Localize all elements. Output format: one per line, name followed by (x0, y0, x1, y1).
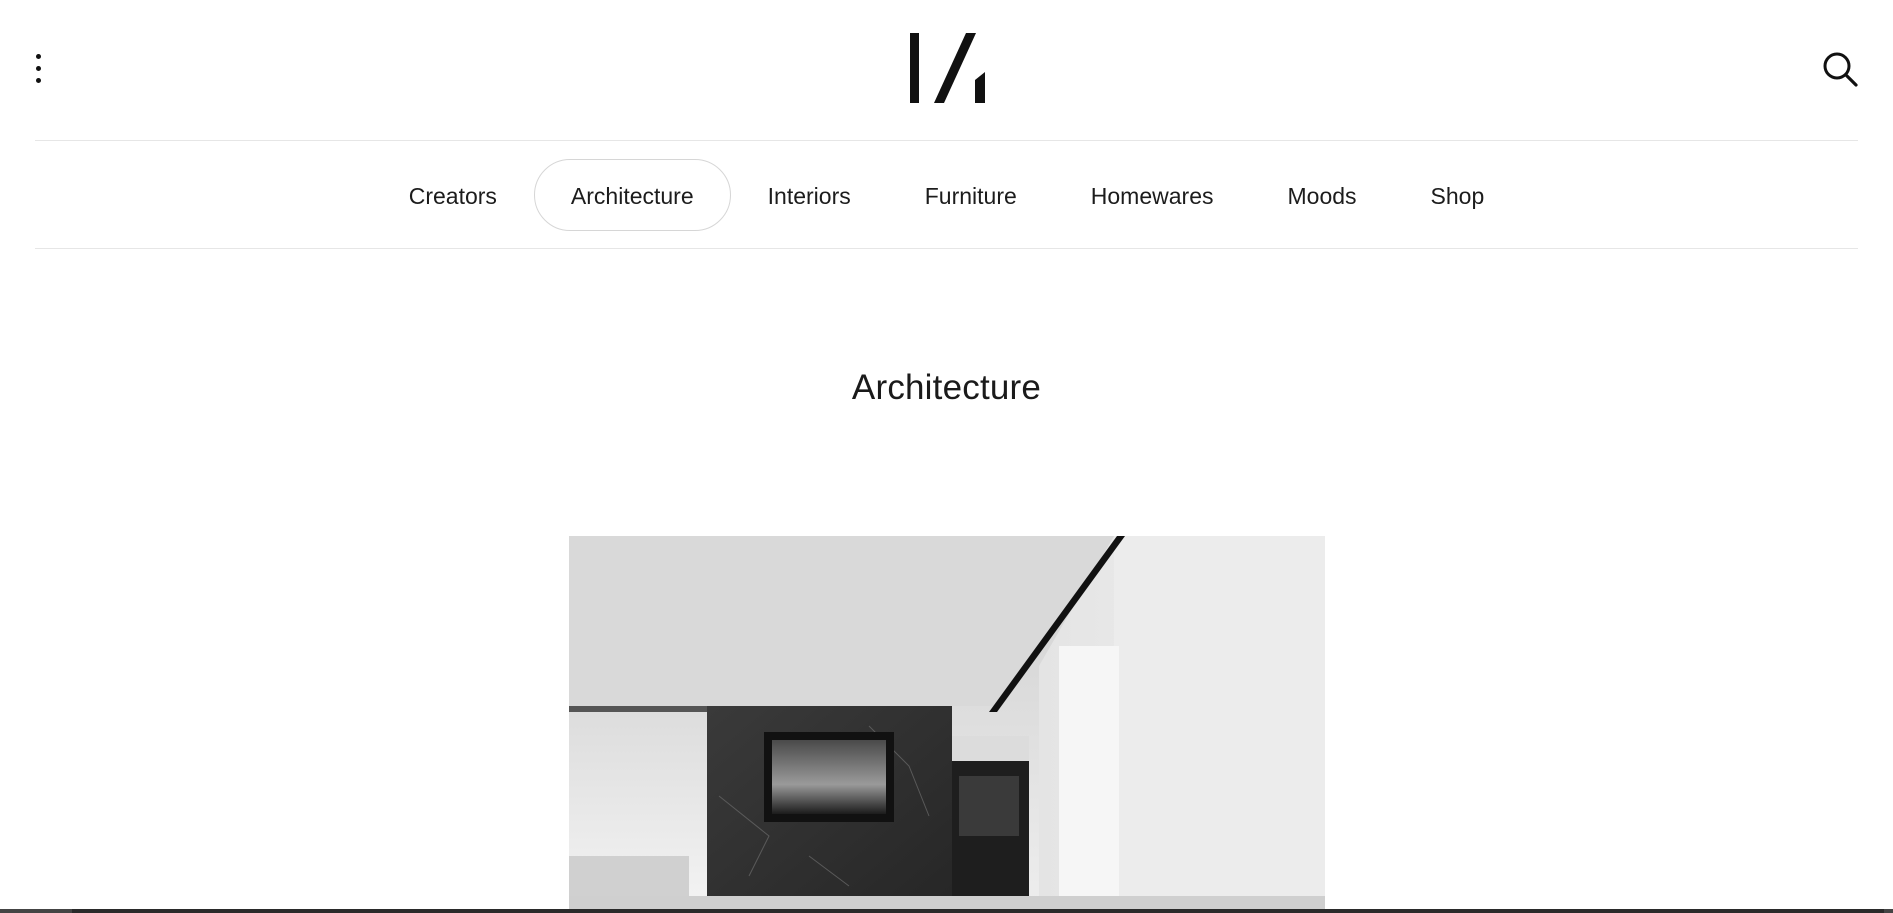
hero-image[interactable] (569, 536, 1325, 913)
site-header (0, 0, 1893, 140)
horizontal-scrollbar[interactable] (0, 909, 1893, 913)
nav-item-homewares[interactable]: Homewares (1054, 159, 1251, 231)
nav-item-creators[interactable]: Creators (372, 159, 534, 231)
nav-item-moods[interactable]: Moods (1251, 159, 1394, 231)
header-divider (35, 140, 1858, 141)
brand-logo[interactable] (906, 30, 986, 106)
nav-item-interiors[interactable]: Interiors (731, 159, 888, 231)
more-vertical-icon[interactable] (26, 48, 50, 90)
search-icon[interactable] (1821, 50, 1859, 88)
nav-divider (35, 248, 1858, 249)
nav-item-architecture[interactable]: Architecture (533, 159, 731, 231)
scrollbar-thumb[interactable] (72, 909, 1884, 913)
page-title: Architecture (851, 368, 1042, 407)
nav-item-furniture[interactable]: Furniture (888, 159, 1054, 231)
category-nav: Creators Architecture Interiors Furnitur… (0, 159, 1893, 231)
nav-item-shop[interactable]: Shop (1394, 159, 1522, 231)
